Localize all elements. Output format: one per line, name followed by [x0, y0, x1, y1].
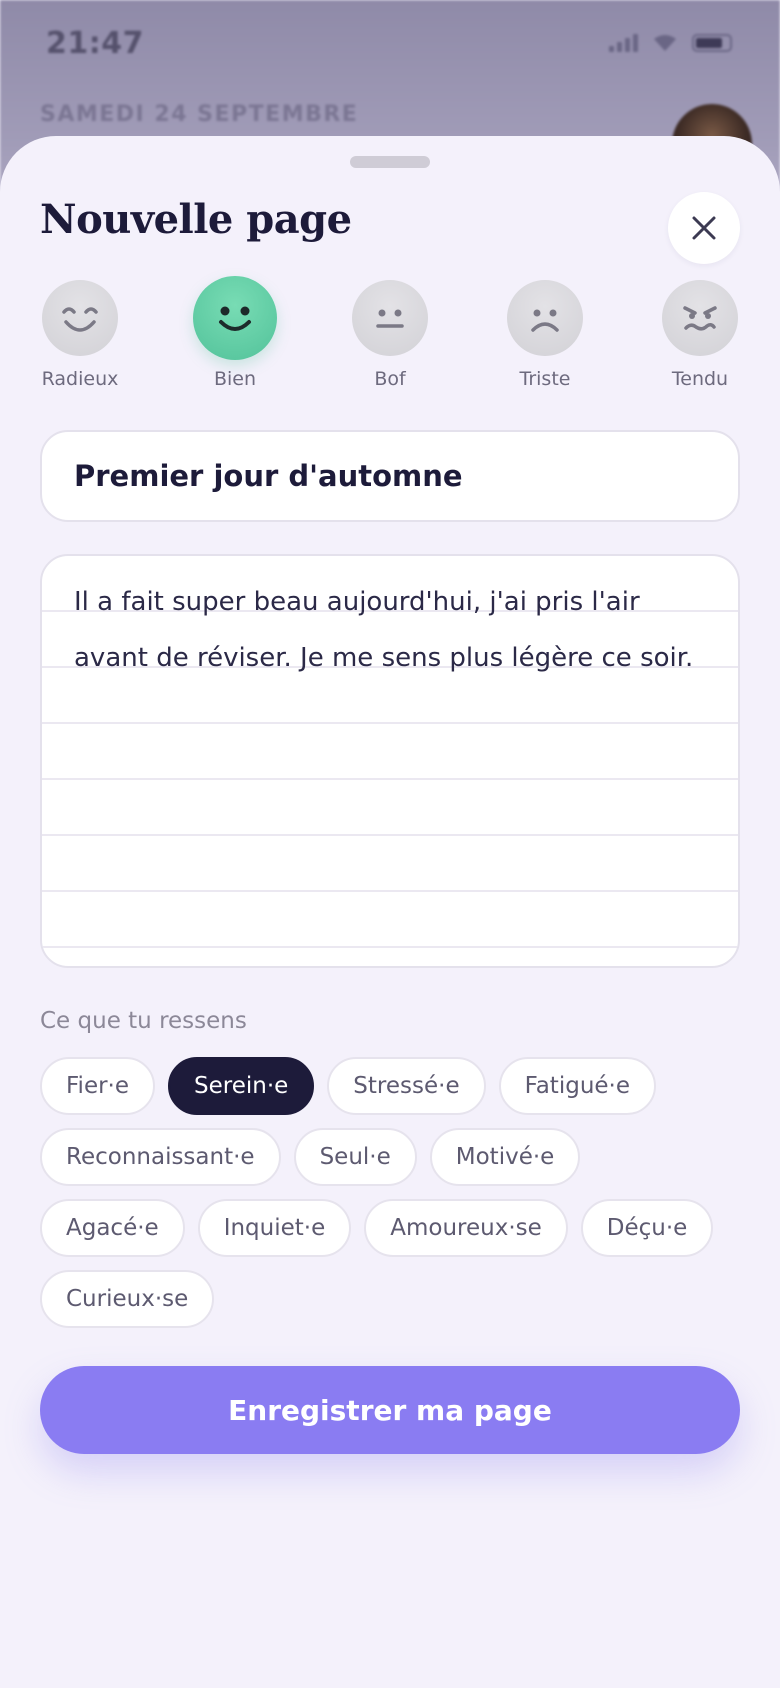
chip-curieux[interactable]: Curieux·se [40, 1270, 215, 1328]
chip-fier[interactable]: Fier·e [40, 1057, 156, 1115]
background-date: SAMEDI 24 SEPTEMBRE [40, 102, 359, 127]
signal-icon [609, 34, 638, 52]
status-icons [609, 34, 732, 52]
neutral-face-icon [352, 280, 428, 356]
mood-bof[interactable]: Bof [335, 280, 445, 390]
sheet-grabber-handle[interactable] [350, 156, 430, 168]
save-page-button[interactable]: Enregistrer ma page [40, 1366, 740, 1454]
mood-selector: Radieux Bien Bof Triste Tendu [0, 276, 780, 400]
entry-body-value: Il a fait super beau aujourd'hui, j'ai p… [74, 587, 694, 673]
entry-title-input[interactable]: Premier jour d'automne [40, 430, 740, 522]
mood-bien[interactable]: Bien [180, 276, 290, 390]
mood-label: Tendu [671, 368, 729, 390]
new-page-sheet: Nouvelle page Radieux Bien Bof Triste Te… [0, 136, 780, 1688]
close-button[interactable] [668, 192, 740, 264]
chip-fatigue[interactable]: Fatigué·e [498, 1057, 657, 1115]
chip-motive[interactable]: Motivé·e [429, 1128, 581, 1186]
status-time: 21:47 [46, 26, 144, 61]
chip-decu[interactable]: Déçu·e [580, 1199, 714, 1257]
mood-label: Bien [213, 368, 257, 390]
entry-title-value: Premier jour d'automne [74, 459, 463, 493]
chip-reconnaissant[interactable]: Reconnaissant·e [40, 1128, 281, 1186]
close-icon [692, 216, 716, 240]
mood-label: Bof [374, 368, 406, 390]
chip-agace[interactable]: Agacé·e [40, 1199, 185, 1257]
mood-label: Triste [519, 368, 571, 390]
battery-icon [692, 34, 732, 52]
entry-body-textarea[interactable]: Il a fait super beau aujourd'hui, j'ai p… [40, 554, 740, 968]
beaming-face-icon [42, 280, 118, 356]
mood-triste[interactable]: Triste [490, 280, 600, 390]
tense-face-icon [662, 280, 738, 356]
smiling-face-icon [193, 276, 277, 360]
mood-radieux[interactable]: Radieux [25, 280, 135, 390]
chip-stresse[interactable]: Stressé·e [327, 1057, 486, 1115]
page-title: Nouvelle page [40, 196, 352, 243]
sad-face-icon [507, 280, 583, 356]
chip-seul[interactable]: Seul·e [293, 1128, 417, 1186]
mood-tendu[interactable]: Tendu [645, 280, 755, 390]
wifi-icon [654, 35, 676, 51]
chip-serein[interactable]: Serein·e [168, 1057, 315, 1115]
chip-amoureux[interactable]: Amoureux·se [364, 1199, 568, 1257]
mood-label: Radieux [41, 368, 119, 390]
feelings-chip-group: Fier·e Serein·e Stressé·e Fatigué·e Reco… [40, 1057, 750, 1341]
feelings-label: Ce que tu ressens [40, 1008, 247, 1034]
chip-inquiet[interactable]: Inquiet·e [197, 1199, 352, 1257]
